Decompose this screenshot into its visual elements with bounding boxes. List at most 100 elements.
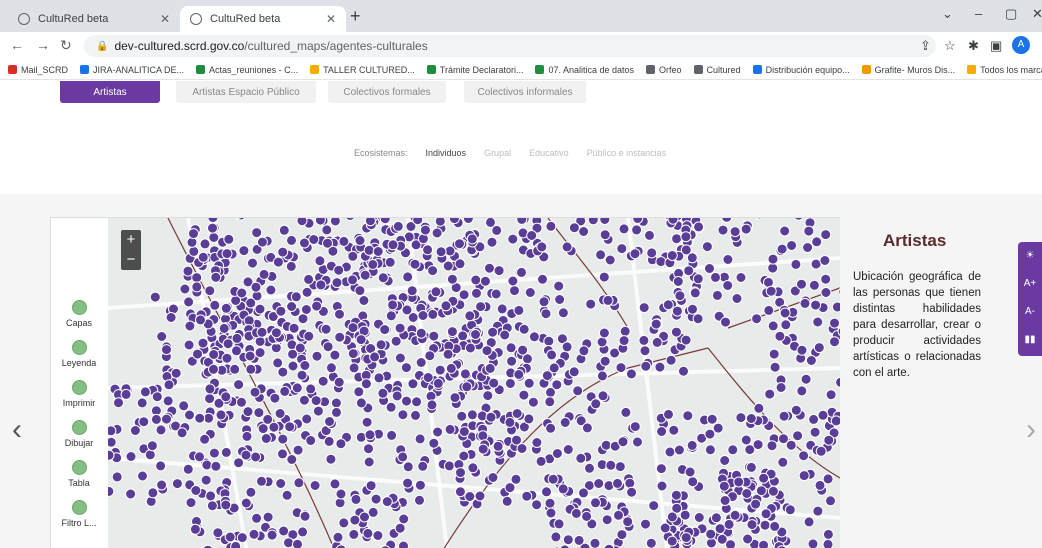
- artist-marker[interactable]: [363, 456, 375, 468]
- artist-marker[interactable]: [454, 238, 465, 250]
- map-tool-print[interactable]: Imprimir: [51, 380, 107, 408]
- artist-marker[interactable]: [137, 470, 148, 482]
- artist-marker[interactable]: [796, 278, 807, 290]
- artist-marker[interactable]: [387, 239, 399, 251]
- artist-marker[interactable]: [711, 289, 723, 301]
- artist-marker[interactable]: [258, 268, 270, 280]
- artist-marker[interactable]: [484, 262, 495, 274]
- artist-marker[interactable]: [799, 297, 811, 309]
- artist-marker[interactable]: [149, 291, 161, 303]
- artist-marker[interactable]: [422, 244, 434, 256]
- artist-marker[interactable]: [484, 362, 496, 374]
- artist-marker[interactable]: [309, 480, 321, 491]
- artist-marker[interactable]: [394, 522, 406, 534]
- artist-marker[interactable]: [220, 391, 232, 403]
- artist-marker[interactable]: [589, 537, 601, 548]
- artist-marker[interactable]: [184, 320, 196, 332]
- artist-marker[interactable]: [334, 308, 345, 320]
- artist-marker[interactable]: [477, 430, 489, 442]
- artist-marker[interactable]: [541, 486, 552, 498]
- artist-marker[interactable]: [195, 314, 206, 326]
- artist-marker[interactable]: [233, 457, 245, 469]
- artist-marker[interactable]: [616, 529, 628, 541]
- artist-marker[interactable]: [303, 330, 315, 342]
- zoom-out-button[interactable]: −: [121, 250, 141, 270]
- artist-marker[interactable]: [409, 258, 421, 270]
- artist-marker[interactable]: [417, 310, 429, 321]
- artist-marker[interactable]: [808, 413, 820, 425]
- artist-marker[interactable]: [298, 237, 310, 249]
- artist-marker[interactable]: [537, 273, 548, 285]
- artist-marker[interactable]: [194, 412, 206, 424]
- artist-marker[interactable]: [296, 218, 308, 227]
- artist-marker[interactable]: [538, 296, 550, 308]
- artist-marker[interactable]: [414, 479, 426, 491]
- artist-marker[interactable]: [223, 233, 235, 245]
- artist-marker[interactable]: [507, 233, 519, 245]
- artist-marker[interactable]: [394, 352, 406, 364]
- artist-marker[interactable]: [651, 336, 663, 348]
- artist-marker[interactable]: [693, 221, 705, 233]
- artist-marker[interactable]: [820, 273, 832, 285]
- artist-marker[interactable]: [640, 360, 652, 372]
- artist-marker[interactable]: [656, 480, 668, 492]
- artist-marker[interactable]: [546, 349, 558, 361]
- artist-marker[interactable]: [568, 366, 580, 378]
- artist-marker[interactable]: [367, 259, 379, 270]
- artist-marker[interactable]: [803, 225, 815, 237]
- artist-marker[interactable]: [626, 486, 638, 498]
- artist-marker[interactable]: [417, 460, 429, 472]
- artist-marker[interactable]: [190, 485, 202, 496]
- artist-marker[interactable]: [147, 487, 159, 499]
- artist-marker[interactable]: [254, 347, 266, 359]
- artist-marker[interactable]: [777, 456, 789, 468]
- artist-marker[interactable]: [238, 245, 250, 257]
- category-tab-1[interactable]: Artistas Espacio Público: [176, 81, 316, 103]
- artist-marker[interactable]: [656, 426, 668, 437]
- artist-marker[interactable]: [296, 369, 308, 381]
- artist-marker[interactable]: [655, 256, 667, 268]
- artist-marker[interactable]: [347, 348, 359, 360]
- artist-marker[interactable]: [379, 324, 391, 336]
- map-tool-draw[interactable]: Dibujar: [51, 420, 107, 448]
- artist-marker[interactable]: [253, 407, 265, 419]
- artist-marker[interactable]: [270, 327, 282, 339]
- bookmark-item[interactable]: Mail_SCRD: [8, 65, 68, 75]
- artist-marker[interactable]: [645, 537, 657, 548]
- artist-marker[interactable]: [719, 495, 731, 506]
- artist-marker[interactable]: [526, 230, 538, 241]
- artist-marker[interactable]: [511, 408, 523, 419]
- artist-marker[interactable]: [617, 436, 629, 448]
- artist-marker[interactable]: [165, 312, 177, 323]
- artist-marker[interactable]: [746, 519, 758, 531]
- bookmark-item[interactable]: Distribución equipo...: [752, 65, 850, 75]
- map-tool-legend[interactable]: Leyenda: [51, 340, 107, 368]
- artist-marker[interactable]: [793, 218, 804, 221]
- artist-marker[interactable]: [400, 362, 412, 374]
- map-markers-layer[interactable]: [108, 218, 840, 548]
- artist-marker[interactable]: [822, 538, 834, 548]
- artist-marker[interactable]: [355, 334, 367, 346]
- artist-marker[interactable]: [286, 301, 298, 312]
- artist-marker[interactable]: [297, 526, 309, 538]
- artist-marker[interactable]: [599, 218, 611, 225]
- artist-marker[interactable]: [545, 422, 557, 434]
- ecosystem-individuos[interactable]: Individuos: [426, 148, 467, 158]
- artist-marker[interactable]: [361, 416, 373, 428]
- artist-marker[interactable]: [373, 372, 385, 384]
- category-tab-3[interactable]: Colectivos informales: [464, 81, 586, 103]
- artist-marker[interactable]: [819, 255, 831, 266]
- artist-marker[interactable]: [364, 429, 376, 441]
- artist-marker[interactable]: [488, 377, 500, 389]
- artist-marker[interactable]: [618, 335, 630, 347]
- artist-marker[interactable]: [475, 301, 487, 313]
- artist-marker[interactable]: [392, 220, 404, 232]
- artist-marker[interactable]: [224, 531, 236, 543]
- artist-marker[interactable]: [717, 224, 729, 236]
- artist-marker[interactable]: [678, 365, 689, 377]
- artist-marker[interactable]: [287, 360, 299, 372]
- artist-marker[interactable]: [775, 382, 787, 393]
- artist-marker[interactable]: [572, 385, 584, 397]
- artist-marker[interactable]: [247, 257, 258, 269]
- artist-marker[interactable]: [288, 322, 300, 334]
